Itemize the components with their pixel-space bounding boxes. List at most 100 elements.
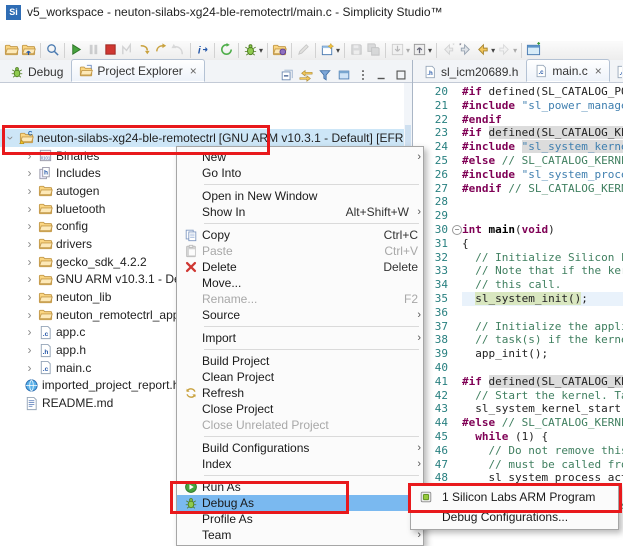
toolbar-button[interactable] [3, 42, 20, 60]
tree-item-project[interactable]: › C neuton-silabs-xg24-ble-remotectrl [G… [0, 129, 412, 147]
toolbar-button[interactable]: ▾ [474, 42, 496, 60]
dropdown-caret-icon[interactable]: ▾ [491, 46, 495, 55]
debug-icon [10, 65, 24, 79]
panel-header-button[interactable] [356, 68, 370, 82]
panel-tab[interactable]: Project Explorer × [71, 59, 204, 82]
context-menu-item[interactable]: Team › [177, 527, 423, 543]
toolbar-button[interactable]: i [194, 42, 211, 60]
context-menu-item[interactable]: Build Configurations › [177, 440, 423, 456]
menu-bar-item[interactable] [116, 32, 130, 34]
context-menu-item[interactable]: Rename... F2 [177, 291, 423, 307]
menu-bar-item[interactable] [32, 32, 46, 34]
chevron-collapsed-icon[interactable]: › [24, 239, 35, 249]
chevron-expanded-icon[interactable]: › [6, 132, 16, 143]
dropdown-caret-icon[interactable]: ▾ [259, 46, 263, 55]
toolbar-button[interactable]: ▾ [496, 42, 518, 60]
context-menu-item[interactable]: Close Unrelated Project [177, 417, 423, 433]
menu-bar-item[interactable] [130, 32, 144, 34]
context-menu-item[interactable]: Close Project [177, 401, 423, 417]
chevron-collapsed-icon[interactable]: › [24, 310, 35, 320]
panel-header-button[interactable] [318, 68, 332, 82]
menu-bar-item[interactable] [102, 32, 116, 34]
chevron-collapsed-icon[interactable]: › [24, 274, 35, 284]
submenu-item[interactable]: Debug Configurations... [411, 507, 618, 527]
toolbar-button[interactable] [365, 42, 382, 60]
context-menu-item[interactable]: Build Project [177, 353, 423, 369]
toolbar-button[interactable] [136, 42, 153, 60]
chevron-collapsed-icon[interactable]: › [24, 292, 35, 302]
toolbar-button[interactable]: ▾ [411, 42, 433, 60]
context-menu-item[interactable]: Open in New Window [177, 188, 423, 204]
chevron-collapsed-icon[interactable]: › [24, 168, 35, 178]
dropdown-caret-icon[interactable]: ▾ [406, 46, 410, 55]
submenu-item[interactable]: 1 Silicon Labs ARM Program [411, 487, 618, 507]
context-menu-item[interactable]: Run As › [177, 479, 423, 495]
panel-header-button[interactable] [375, 68, 389, 82]
toolbar-button[interactable] [170, 42, 187, 60]
context-menu-item[interactable]: Source › [177, 307, 423, 323]
context-menu-item[interactable]: Profile As › [177, 511, 423, 527]
chevron-collapsed-icon[interactable]: › [24, 345, 35, 355]
toolbar-button[interactable] [295, 42, 312, 60]
toolbar-button[interactable] [102, 42, 119, 60]
chevron-collapsed-icon[interactable]: › [24, 204, 35, 214]
toolbar-button[interactable]: ▾ [389, 42, 411, 60]
dropdown-caret-icon[interactable]: ▾ [428, 46, 432, 55]
editor-tab[interactable]: .c [610, 60, 623, 82]
context-menu-item[interactable]: Clean Project [177, 369, 423, 385]
toolbar-button[interactable] [68, 42, 85, 60]
fold-marker-icon[interactable] [452, 223, 462, 237]
folder-icon [38, 236, 53, 251]
context-menu-item[interactable]: New › [177, 149, 423, 165]
toolbar-button[interactable] [44, 42, 61, 60]
toolbar-button[interactable]: ▾ [319, 42, 341, 60]
editor-tab[interactable]: .c main.c × [526, 59, 609, 82]
menu-bar-item[interactable] [18, 32, 32, 34]
chevron-collapsed-icon[interactable]: › [24, 186, 35, 196]
chevron-collapsed-icon[interactable]: › [24, 327, 35, 337]
panel-header-button[interactable] [337, 68, 351, 82]
menu-bar-item[interactable] [60, 32, 74, 34]
panel-tab-label: Project Explorer [97, 64, 182, 78]
chevron-collapsed-icon[interactable]: › [24, 257, 35, 267]
menu-bar-item[interactable] [4, 32, 18, 34]
context-menu-item[interactable]: Show In Alt+Shift+W › [177, 204, 423, 220]
context-menu-item[interactable]: Debug As › [177, 495, 423, 511]
toolbar-button[interactable]: ▾ [242, 42, 264, 60]
context-menu-item[interactable]: Paste Ctrl+V [177, 243, 423, 259]
close-tab-icon[interactable]: × [595, 64, 602, 78]
context-menu-item[interactable]: Go Into [177, 165, 423, 181]
dropdown-caret-icon[interactable]: ▾ [336, 46, 340, 55]
toolbar-button[interactable] [348, 42, 365, 60]
context-menu-item[interactable]: Import › [177, 330, 423, 346]
menu-bar-item[interactable] [46, 32, 60, 34]
context-menu-item[interactable]: Refresh [177, 385, 423, 401]
toolbar-button[interactable]: * [440, 42, 457, 60]
toolbar-button[interactable] [153, 42, 170, 60]
context-menu-item[interactable]: Move... [177, 275, 423, 291]
context-menu-item[interactable]: Index › [177, 456, 423, 472]
chevron-collapsed-icon[interactable]: › [24, 151, 35, 161]
dropdown-caret-icon[interactable]: ▾ [513, 46, 517, 55]
toolbar-button[interactable] [85, 42, 102, 60]
panel-tab[interactable]: Debug [2, 60, 71, 82]
close-tab-icon[interactable]: × [190, 64, 197, 78]
panel-header-button[interactable] [280, 68, 294, 82]
context-menu-item[interactable]: Copy Ctrl+C [177, 227, 423, 243]
menu-bar-item[interactable] [88, 32, 102, 34]
toolbar-button[interactable] [119, 42, 136, 60]
editor-tab[interactable]: .h sl_icm20689.h [415, 60, 526, 82]
toolbar-button[interactable] [20, 42, 37, 60]
panel-header-button[interactable] [299, 68, 313, 82]
toolbar-button[interactable] [271, 42, 288, 60]
chevron-collapsed-icon[interactable]: › [24, 363, 35, 373]
toolbar-button[interactable]: * [457, 42, 474, 60]
panel-header-button[interactable] [394, 68, 408, 82]
menu-bar-item[interactable] [74, 32, 88, 34]
context-menu-item[interactable]: Delete Delete [177, 259, 423, 275]
separator [64, 43, 65, 58]
toolbar-button[interactable] [525, 42, 542, 60]
toolbar-button[interactable] [218, 42, 235, 60]
chevron-collapsed-icon[interactable]: › [24, 221, 35, 231]
code-editor[interactable]: 20#if defined(SL_CATALOG_POWER_MANAGER_P… [413, 83, 623, 531]
